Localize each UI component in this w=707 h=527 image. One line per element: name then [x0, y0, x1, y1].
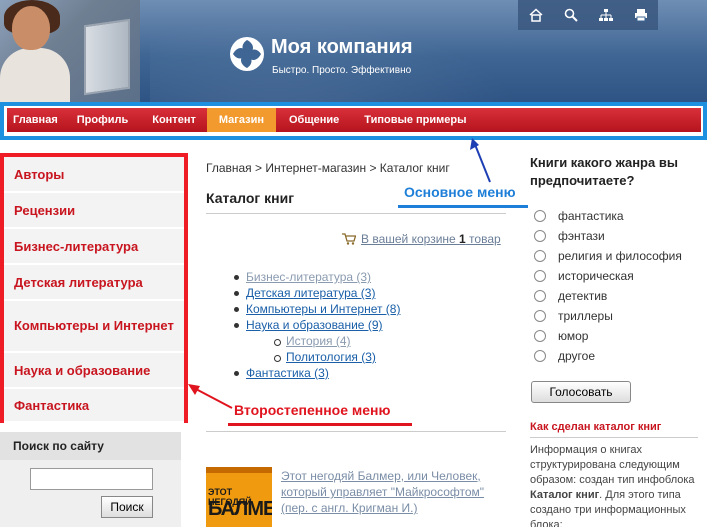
secondary-menu-item-computers[interactable]: Компьютеры и Интернет — [4, 301, 184, 353]
poll-option[interactable]: триллеры — [534, 306, 682, 326]
poll-option[interactable]: фэнтази — [534, 226, 682, 246]
category-link-computers[interactable]: Компьютеры и Интернет (8) — [232, 301, 400, 317]
breadcrumb: Главная > Интернет-магазин > Каталог кни… — [206, 161, 450, 175]
radio-button[interactable] — [534, 230, 546, 242]
main-menu-item-content[interactable]: Контент — [141, 108, 207, 132]
sitemap-icon[interactable] — [597, 6, 615, 24]
main-menu: Главная Профиль Контент Магазин Общение … — [7, 108, 701, 132]
company-tagline: Быстро. Просто. Эффективно — [272, 65, 412, 76]
secondary-menu-item-business[interactable]: Бизнес-литература — [4, 229, 184, 265]
book-cover-image[interactable]: ЭТОТ НЕГОДЯЙ БАЛМЕР — [206, 467, 272, 527]
home-icon[interactable] — [527, 6, 545, 24]
page-title: Каталог книг — [206, 190, 295, 206]
poll-option[interactable]: другое — [534, 346, 682, 366]
annotation-arrow-red — [188, 384, 233, 409]
site-header: Моя компания Быстро. Просто. Эффективно — [0, 0, 707, 104]
header-photo — [0, 0, 140, 104]
category-link-history[interactable]: История (4) — [272, 333, 400, 349]
cart-link[interactable]: В вашей корзине 1 товар — [361, 232, 501, 246]
howto-title[interactable]: Как сделан каталог книг — [530, 421, 661, 433]
secondary-menu-item-science[interactable]: Наука и образование — [4, 353, 184, 389]
secondary-menu: Авторы Рецензии Бизнес-литература Детска… — [0, 153, 188, 423]
cart-count: 1 — [459, 232, 466, 246]
radio-button[interactable] — [534, 270, 546, 282]
radio-button[interactable] — [534, 310, 546, 322]
radio-button[interactable] — [534, 210, 546, 222]
radio-button[interactable] — [534, 250, 546, 262]
annotation-arrow-blue — [470, 138, 491, 183]
site-search-panel: Поиск по сайту Поиск — [0, 432, 181, 527]
divider — [530, 437, 698, 438]
cart-icon[interactable] — [342, 233, 356, 245]
annotation-secondary-menu: Второстепенное меню — [234, 402, 391, 418]
category-link-business[interactable]: Бизнес-литература (3) — [232, 269, 400, 285]
category-link-politics[interactable]: Политология (3) — [272, 349, 400, 365]
main-menu-item-examples[interactable]: Типовые примеры — [352, 108, 478, 132]
book-title-link[interactable]: Этот негодяй Балмер, или Человек, которы… — [281, 468, 491, 516]
category-link-science[interactable]: Наука и образование (9) — [232, 317, 400, 333]
poll-option[interactable]: фантастика — [534, 206, 682, 226]
print-icon[interactable] — [632, 6, 650, 24]
category-link-children[interactable]: Детская литература (3) — [232, 285, 400, 301]
poll-option[interactable]: детектив — [534, 286, 682, 306]
search-button[interactable]: Поиск — [101, 496, 153, 518]
poll-question: Книги какого жанра вы предпочитаете? — [530, 155, 678, 188]
top-icon-bar — [518, 0, 658, 30]
main-menu-item-home[interactable]: Главная — [7, 108, 64, 132]
poll-option[interactable]: религия и философия — [534, 246, 682, 266]
poll-option[interactable]: историческая — [534, 266, 682, 286]
category-list: Бизнес-литература (3) Детская литература… — [232, 269, 400, 381]
secondary-menu-item-reviews[interactable]: Рецензии — [4, 193, 184, 229]
secondary-menu-item-authors[interactable]: Авторы — [4, 157, 184, 193]
annotation-main-menu: Основное меню — [404, 184, 516, 200]
poll-option[interactable]: юмор — [534, 326, 682, 346]
search-icon[interactable] — [562, 6, 580, 24]
secondary-menu-item-children[interactable]: Детская литература — [4, 265, 184, 301]
divider — [206, 213, 506, 214]
howto-text: Информация о книгах структурирована след… — [530, 444, 695, 527]
poll-options: фантастика фэнтази религия и философия и… — [534, 206, 682, 366]
main-menu-item-shop[interactable]: Магазин — [206, 108, 276, 132]
search-input[interactable] — [30, 468, 153, 490]
secondary-menu-item-scifi[interactable]: Фантастика — [4, 389, 184, 423]
main-menu-item-profile[interactable]: Профиль — [64, 108, 141, 132]
search-title: Поиск по сайту — [0, 432, 181, 460]
company-name[interactable]: Моя компания — [271, 36, 413, 59]
category-link-scifi[interactable]: Фантастика (3) — [232, 365, 400, 381]
radio-button[interactable] — [534, 290, 546, 302]
annotation-main-menu-underline — [398, 205, 528, 208]
radio-button[interactable] — [534, 330, 546, 342]
logo-icon[interactable] — [229, 36, 265, 72]
annotation-secondary-menu-underline — [228, 423, 412, 426]
divider — [206, 431, 506, 432]
vote-button[interactable]: Голосовать — [531, 381, 631, 403]
radio-button[interactable] — [534, 350, 546, 362]
main-menu-item-community[interactable]: Общение — [276, 108, 352, 132]
